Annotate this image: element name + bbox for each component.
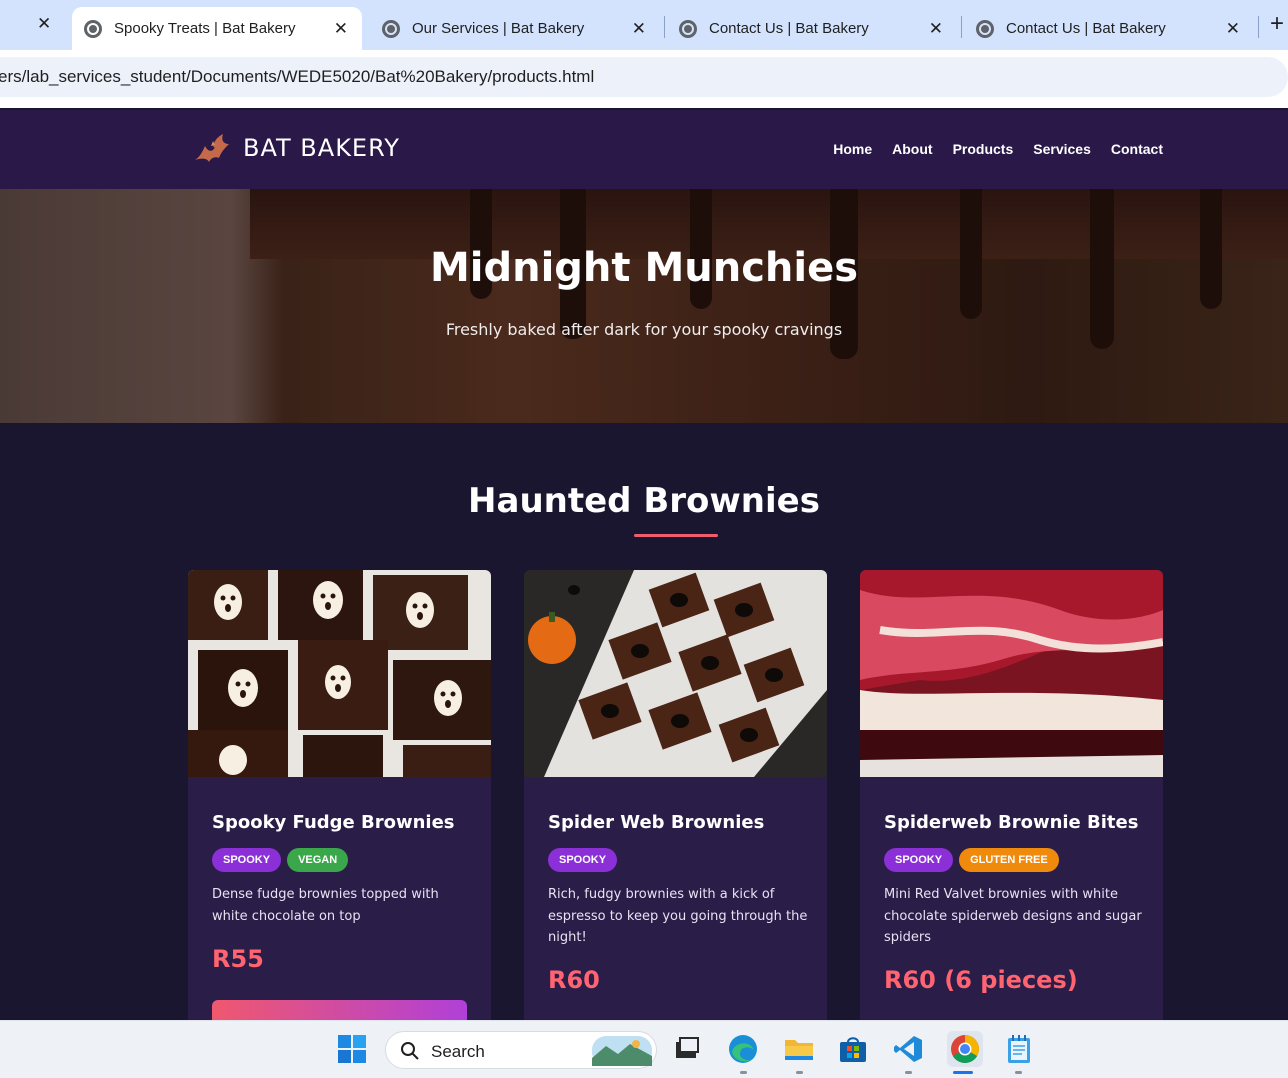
product-card: Spider Web Brownies SPOOKY Rich, fudgy b… [524,570,827,1030]
tag-list: SPOOKY [548,848,618,872]
screen: ✕ Spooky Treats | Bat Bakery ✕ Our Servi… [0,0,1288,1078]
address-bar-row: ers/lab_services_student/Documents/WEDE5… [0,50,1288,108]
tab-contact-us[interactable]: Contact Us | Bat Bakery ✕ [667,7,957,50]
tab-title: Our Services | Bat Bakery [412,20,585,37]
tab-contact-us-2[interactable]: Contact Us | Bat Bakery ✕ [964,7,1254,50]
nav-about[interactable]: About [892,141,932,157]
edge-icon[interactable] [727,1033,759,1065]
address-bar[interactable]: ers/lab_services_student/Documents/WEDE5… [0,57,1288,97]
tag-list: SPOOKY GLUTEN FREE [884,848,1059,872]
tab-spooky-treats[interactable]: Spooky Treats | Bat Bakery ✕ [72,7,362,50]
product-description: Mini Red Valvet brownies with white choc… [884,887,1142,945]
vscode-icon[interactable] [892,1033,924,1065]
product-price: R60 [548,966,600,994]
nav-home[interactable]: Home [833,141,872,157]
windows-start-icon[interactable] [336,1033,368,1065]
running-indicator [1015,1071,1022,1074]
search-icon [401,1042,419,1060]
site-logo[interactable]: BAT BAKERY [193,130,400,166]
tag-vegan: VEGAN [287,848,349,872]
product-name: Spooky Fudge Brownies [212,812,455,833]
nav-services[interactable]: Services [1033,141,1091,157]
nav-products[interactable]: Products [953,141,1014,157]
close-icon[interactable]: ✕ [929,19,943,39]
product-price: R60 (6 pieces) [884,966,1078,994]
search-label: Search [431,1042,485,1061]
hero-banner: Midnight Munchies Freshly baked after da… [0,189,1288,423]
browser-tab-strip: ✕ Spooky Treats | Bat Bakery ✕ Our Servi… [0,0,1288,50]
nav-contact[interactable]: Contact [1111,141,1163,157]
brownies-section: Haunted Brownies Spooky Fudge Brownies S… [0,423,1288,1030]
tab-separator [1258,16,1259,38]
tag-spooky: SPOOKY [548,848,618,872]
tab-title: Contact Us | Bat Bakery [709,20,869,37]
product-image-red-velvet-brownie [860,570,1163,777]
windows-taskbar: Search [0,1020,1288,1078]
tag-list: SPOOKY VEGAN [212,848,349,872]
close-icon[interactable]: ✕ [334,19,348,39]
chrome-icon[interactable] [947,1031,983,1067]
product-name: Spider Web Brownies [548,812,765,833]
globe-icon [382,19,400,38]
product-description: Rich, fudgy brownies with a kick of espr… [548,887,808,945]
new-tab-icon[interactable]: + [1270,10,1284,38]
taskbar-search[interactable]: Search [385,1031,657,1069]
file-explorer-icon[interactable] [783,1033,815,1065]
bat-icon [195,134,229,162]
close-icon[interactable]: ✕ [632,19,646,39]
title-underline [634,534,718,537]
close-icon[interactable]: ✕ [37,14,51,34]
close-icon[interactable]: ✕ [1226,19,1240,39]
main-nav: Home About Products Services Contact [833,141,1163,157]
notepad-icon[interactable] [1003,1033,1035,1065]
globe-icon [679,19,697,38]
product-image-ghost-brownies [188,570,491,777]
globe-icon [976,19,994,38]
running-indicator [740,1071,747,1074]
tag-spooky: SPOOKY [884,848,954,872]
search-highlight-icon [592,1036,652,1066]
globe-icon [84,19,102,38]
section-title: Haunted Brownies [468,481,820,521]
tab-separator [961,16,962,38]
active-indicator [953,1071,973,1074]
site-header: BAT BAKERY Home About Products Services … [0,110,1288,189]
task-view-icon[interactable] [671,1033,703,1065]
product-price: R55 [212,945,264,973]
tab-separator [664,16,665,38]
microsoft-store-icon[interactable] [837,1033,869,1065]
running-indicator [796,1071,803,1074]
product-name: Spiderweb Brownie Bites [884,812,1139,833]
running-indicator [905,1071,912,1074]
product-card: Spiderweb Brownie Bites SPOOKY GLUTEN FR… [860,570,1163,1030]
product-description: Dense fudge brownies topped with white c… [212,887,439,924]
tab-our-services[interactable]: Our Services | Bat Bakery ✕ [370,7,660,50]
logo-text: BAT BAKERY [243,134,400,162]
hero-title: Midnight Munchies [429,245,859,291]
url-text[interactable]: ers/lab_services_student/Documents/WEDE5… [0,67,594,87]
tag-spooky: SPOOKY [212,848,282,872]
tab-title: Contact Us | Bat Bakery [1006,20,1166,37]
product-card: Spooky Fudge Brownies SPOOKY VEGAN Dense… [188,570,491,1030]
tab-title: Spooky Treats | Bat Bakery [114,20,296,37]
product-image-spider-brownies [524,570,827,777]
hero-subtitle: Freshly baked after dark for your spooky… [445,320,843,339]
tag-gluten-free: GLUTEN FREE [959,848,1059,872]
